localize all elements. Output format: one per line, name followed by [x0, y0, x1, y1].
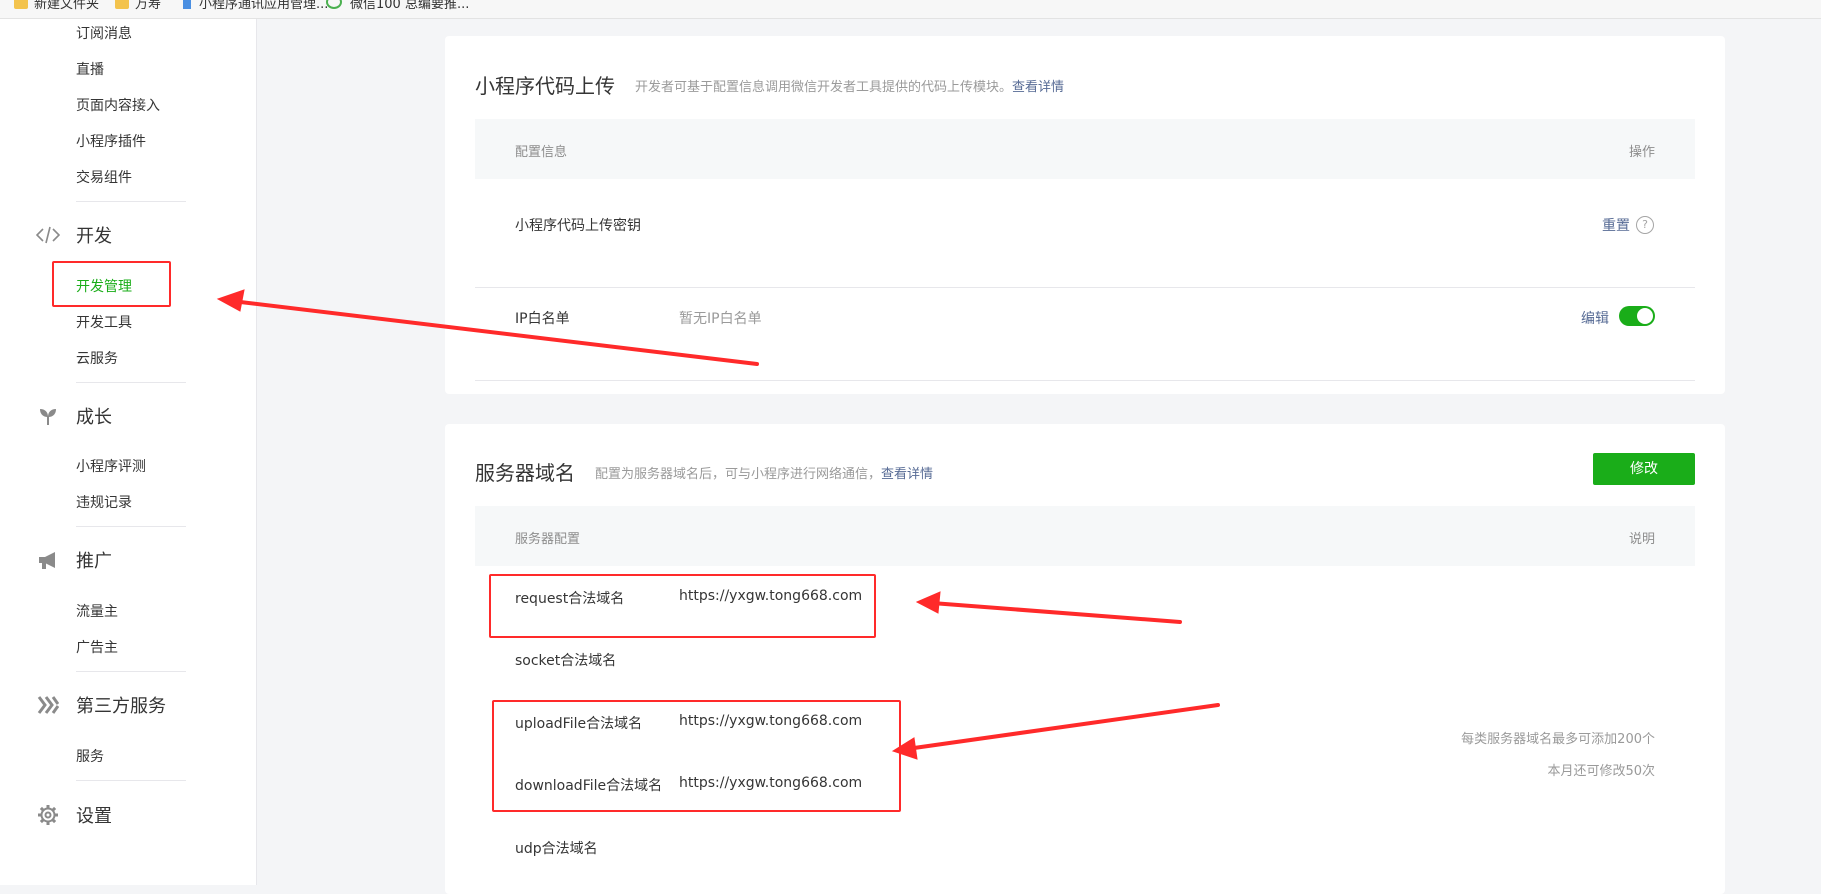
column-header: 配置信息: [515, 145, 568, 160]
sidebar-item-live[interactable]: 直播: [76, 59, 104, 79]
sidebar-item-services[interactable]: 服务: [76, 746, 104, 766]
note-text: 每类服务器域名最多可添加200个: [1461, 732, 1655, 747]
third-party-icon: [36, 693, 60, 717]
sidebar-divider: [76, 526, 186, 527]
sidebar-group-promotion[interactable]: 推广: [36, 547, 112, 573]
sidebar-group-label: 成长: [76, 407, 112, 428]
sidebar-divider: [76, 382, 186, 383]
modify-button[interactable]: 修改: [1593, 453, 1695, 485]
sidebar-group-develop[interactable]: 开发: [36, 222, 112, 248]
view-details-link[interactable]: 查看详情: [881, 467, 933, 482]
card-description: 开发者可基于配置信息调用微信开发者工具提供的代码上传模块。查看详情: [635, 80, 1065, 95]
sidebar-item-dev-tools[interactable]: 开发工具: [76, 312, 132, 332]
wechat-icon: [326, 0, 342, 9]
row-divider: [475, 380, 1695, 381]
sidebar-item-page-content[interactable]: 页面内容接入: [76, 95, 160, 115]
bookmark-item[interactable]: 万寿: [115, 0, 161, 12]
sidebar-group-label: 推广: [76, 551, 112, 572]
code-upload-card: 小程序代码上传 开发者可基于配置信息调用微信开发者工具提供的代码上传模块。查看详…: [445, 36, 1725, 394]
gear-icon: [36, 803, 60, 827]
folder-icon: [115, 0, 129, 9]
edit-link[interactable]: 编辑: [1581, 308, 1609, 328]
sidebar-item-plugins[interactable]: 小程序插件: [76, 131, 146, 151]
row-value: 暂无IP白名单: [679, 311, 762, 327]
sidebar-item-subscribe-message[interactable]: 订阅消息: [76, 23, 132, 43]
ip-whitelist-toggle[interactable]: [1619, 306, 1655, 326]
bookmark-item[interactable]: 小程序通讯应用管理...: [183, 0, 328, 12]
sidebar-item-cloud-service[interactable]: 云服务: [76, 348, 118, 368]
table-header: 服务器配置 说明: [475, 506, 1695, 566]
server-domain-card: 服务器域名 配置为服务器域名后，可与小程序进行网络通信，查看详情 修改 服务器配…: [445, 424, 1725, 894]
sidebar-divider: [76, 671, 186, 672]
megaphone-icon: [36, 548, 60, 572]
sidebar-item-advertiser[interactable]: 广告主: [76, 637, 118, 657]
bookmark-item[interactable]: 微信100 总编要推...: [326, 0, 469, 12]
help-icon[interactable]: ?: [1636, 216, 1654, 234]
domain-row-label: socket合法域名: [515, 653, 617, 669]
column-header: 服务器配置: [515, 532, 581, 547]
sidebar-item-evaluation[interactable]: 小程序评测: [76, 456, 146, 476]
view-details-link[interactable]: 查看详情: [1012, 80, 1064, 95]
annotation-box: [492, 700, 901, 812]
sidebar-group-label: 设置: [76, 806, 112, 827]
card-title: 服务器域名: [475, 461, 575, 485]
bookmark-item[interactable]: 新建文件夹: [14, 0, 99, 12]
note-text: 本月还可修改50次: [1547, 764, 1655, 779]
table-header: 配置信息 操作: [475, 119, 1695, 179]
folder-icon: [14, 0, 28, 9]
sidebar-divider: [76, 201, 186, 202]
column-header: 操作: [1628, 145, 1655, 160]
toggle-knob: [1637, 308, 1653, 324]
domain-row-label: udp合法域名: [515, 841, 598, 857]
code-icon: [36, 223, 60, 247]
row-divider: [475, 287, 1695, 288]
annotation-box: [52, 261, 171, 307]
sidebar: 订阅消息 直播 页面内容接入 小程序插件 交易组件 开发 开发管理 开发工具 云…: [0, 19, 257, 885]
sidebar-group-label: 第三方服务: [76, 696, 166, 717]
sidebar-item-traffic-master[interactable]: 流量主: [76, 601, 118, 621]
row-label: 小程序代码上传密钥: [515, 218, 641, 234]
card-title: 小程序代码上传: [475, 74, 615, 98]
column-header: 说明: [1628, 532, 1655, 547]
sidebar-group-growth[interactable]: 成长: [36, 403, 112, 429]
sprout-icon: [36, 404, 60, 428]
sidebar-divider: [76, 780, 186, 781]
sidebar-group-third-party[interactable]: 第三方服务: [36, 692, 166, 718]
annotation-box: [489, 574, 876, 638]
row-label: IP白名单: [515, 311, 570, 327]
reset-link[interactable]: 重置: [1602, 215, 1630, 235]
sidebar-group-label: 开发: [76, 226, 112, 247]
sidebar-item-violation-records[interactable]: 违规记录: [76, 492, 132, 512]
bookmarks-bar: 新建文件夹 万寿 小程序通讯应用管理... 微信100 总编要推...: [0, 0, 1821, 19]
sidebar-group-settings[interactable]: 设置: [36, 802, 112, 828]
sidebar-item-trade-component[interactable]: 交易组件: [76, 167, 132, 187]
card-description: 配置为服务器域名后，可与小程序进行网络通信，查看详情: [595, 467, 934, 482]
document-icon: [183, 0, 191, 9]
